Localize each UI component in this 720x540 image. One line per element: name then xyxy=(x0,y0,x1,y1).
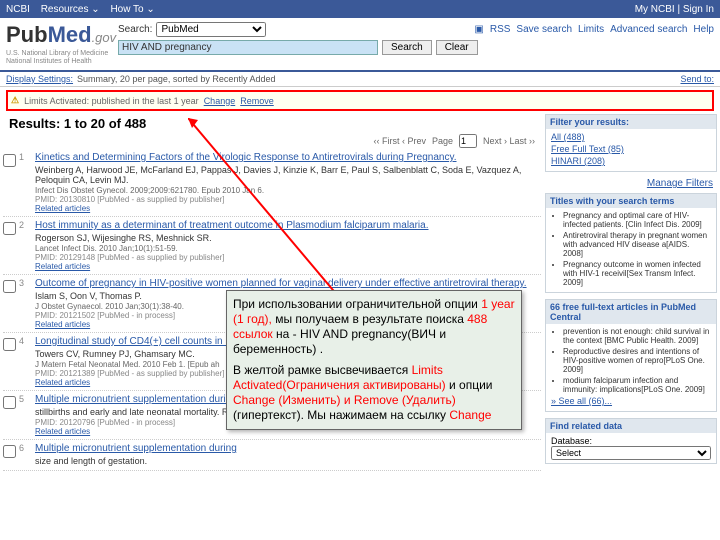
filter-link[interactable]: HINARI (208) xyxy=(551,156,711,166)
advanced-link[interactable]: Advanced search xyxy=(610,24,687,35)
result-checkbox[interactable] xyxy=(3,280,16,293)
result-checkbox[interactable] xyxy=(3,396,16,409)
pubmed-logo[interactable]: PubMed.gov U.S. National Library of Medi… xyxy=(6,22,118,66)
result-checkbox[interactable] xyxy=(3,154,16,167)
page-input[interactable] xyxy=(459,134,477,148)
pmc-item[interactable]: prevention is not enough: child survival… xyxy=(563,327,711,345)
titles-box: Titles with your search terms Pregnancy … xyxy=(545,193,717,293)
related-articles-link[interactable]: Related articles xyxy=(35,204,541,213)
pmc-item[interactable]: Reproductive desires and intentions of H… xyxy=(563,347,711,374)
search-input[interactable] xyxy=(118,40,378,55)
help-link[interactable]: Help xyxy=(693,24,714,35)
manage-filters-link[interactable]: Manage Filters xyxy=(647,178,713,189)
signin-link[interactable]: My NCBI | Sign In xyxy=(635,4,714,15)
sendto-link[interactable]: Send to: xyxy=(680,74,714,84)
result-checkbox[interactable] xyxy=(3,445,16,458)
result-checkbox[interactable] xyxy=(3,338,16,351)
pager: ‹‹ First ‹ Prev Page Next › Last ›› xyxy=(3,133,541,149)
pmc-item[interactable]: modium falciparum infection and immunity… xyxy=(563,376,711,394)
related-articles-link[interactable]: Related articles xyxy=(35,262,541,271)
result-item: 6Multiple micronutrient supplementation … xyxy=(3,440,541,471)
limits-text: Limits Activated: published in the last … xyxy=(24,96,199,106)
display-settings-link[interactable]: Display Settings: xyxy=(6,74,73,84)
filter-link[interactable]: Free Full Text (85) xyxy=(551,144,711,154)
database-select[interactable]: PubMed xyxy=(156,22,266,37)
result-checkbox[interactable] xyxy=(3,222,16,235)
limits-link[interactable]: Limits xyxy=(578,24,604,35)
pmc-box: 66 free full-text articles in PubMed Cen… xyxy=(545,299,717,412)
search-label: Search: xyxy=(118,24,152,35)
result-title[interactable]: Outcome of pregnancy in HIV-positive wom… xyxy=(35,278,541,290)
display-bar: Display Settings: Summary, 20 per page, … xyxy=(0,72,720,87)
search-button[interactable]: Search xyxy=(382,40,432,55)
related-db-select[interactable]: Select xyxy=(551,446,711,460)
title-item[interactable]: Pregnancy outcome in women infected with… xyxy=(563,260,711,287)
remove-link[interactable]: Remove xyxy=(240,96,274,106)
rss-link[interactable]: RSS xyxy=(490,24,511,35)
results-count: Results: 1 to 20 of 488 xyxy=(9,116,535,131)
see-all-link[interactable]: » See all (66)... xyxy=(551,396,711,406)
rss-icon[interactable]: ▣ xyxy=(474,24,483,35)
result-title[interactable]: Host immunity as a determinant of treatm… xyxy=(35,220,541,232)
result-item: 1Kinetics and Determining Factors of the… xyxy=(3,149,541,217)
filter-box: Filter your results: All (488)Free Full … xyxy=(545,114,717,172)
filter-link[interactable]: All (488) xyxy=(551,132,711,142)
annotation-callout: При использовании ограничительной опции … xyxy=(226,290,522,430)
ncbi-topbar: NCBI Resources ⌄ How To ⌄ My NCBI | Sign… xyxy=(0,0,720,18)
resources-menu[interactable]: Resources ⌄ xyxy=(41,4,100,15)
result-title[interactable]: Multiple micronutrient supplementation d… xyxy=(35,443,541,455)
ncbi-link[interactable]: NCBI xyxy=(6,4,30,15)
change-link[interactable]: Change xyxy=(204,96,236,106)
result-title[interactable]: Kinetics and Determining Factors of the … xyxy=(35,152,541,164)
title-item[interactable]: Antiretroviral therapy in pregnant women… xyxy=(563,231,711,258)
limits-activated-bar: ⚠ Limits Activated: published in the las… xyxy=(6,90,714,111)
display-summary: Summary, 20 per page, sorted by Recently… xyxy=(77,74,275,84)
savesearch-link[interactable]: Save search xyxy=(516,24,572,35)
warning-icon: ⚠ xyxy=(11,95,19,106)
howto-menu[interactable]: How To ⌄ xyxy=(110,4,154,15)
header: PubMed.gov U.S. National Library of Medi… xyxy=(0,18,720,72)
related-data-box: Find related data Database: Select xyxy=(545,418,717,464)
pager-next[interactable]: Next › Last ›› xyxy=(483,136,535,146)
title-item[interactable]: Pregnancy and optimal care of HIV-infect… xyxy=(563,211,711,229)
pager-prev[interactable]: ‹‹ First ‹ Prev xyxy=(373,136,426,146)
clear-button[interactable]: Clear xyxy=(436,40,478,55)
result-item: 2Host immunity as a determinant of treat… xyxy=(3,217,541,275)
